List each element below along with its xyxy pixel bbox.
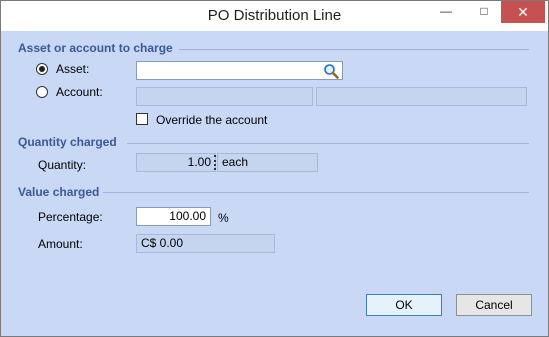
account-field-1 xyxy=(136,87,313,106)
amount-label: Amount: xyxy=(38,237,83,251)
percentage-input[interactable]: 100.00 xyxy=(136,207,211,226)
magnifier-icon[interactable] xyxy=(323,63,339,79)
account-radio[interactable] xyxy=(36,86,48,98)
cancel-button[interactable]: Cancel xyxy=(456,294,532,316)
section-divider xyxy=(179,49,529,50)
override-account-label: Override the account xyxy=(156,113,268,127)
section-divider xyxy=(103,192,529,193)
maximize-icon[interactable]: □ xyxy=(469,1,499,23)
asset-radio-label: Asset: xyxy=(56,62,90,76)
asset-radio[interactable] xyxy=(36,63,48,75)
close-icon[interactable]: ✕ xyxy=(501,1,545,23)
minimize-icon[interactable]: — xyxy=(431,1,461,23)
amount-field: C$ 0.00 xyxy=(136,234,275,253)
asset-section-heading: Asset or account to charge xyxy=(18,41,173,55)
quantity-section-heading: Quantity charged xyxy=(18,135,117,149)
title-bar[interactable]: PO Distribution Line — □ ✕ xyxy=(1,1,548,31)
ok-button[interactable]: OK xyxy=(366,294,442,316)
unit-field: each xyxy=(217,153,318,172)
dialog-window: PO Distribution Line — □ ✕ Asset or acco… xyxy=(0,0,549,337)
quantity-label: Quantity: xyxy=(38,158,87,172)
dialog-body: Asset or account to charge Asset: Accoun… xyxy=(9,31,540,328)
percentage-label: Percentage: xyxy=(38,210,103,224)
quantity-field: 1.00 xyxy=(136,153,216,172)
value-section-heading: Value charged xyxy=(18,185,100,199)
account-radio-label: Account: xyxy=(56,85,103,99)
section-divider xyxy=(127,143,529,144)
asset-input[interactable] xyxy=(136,61,343,80)
window-title: PO Distribution Line xyxy=(207,7,342,24)
percent-symbol: % xyxy=(218,211,229,225)
account-field-2 xyxy=(316,87,527,106)
override-account-checkbox[interactable] xyxy=(136,113,148,125)
